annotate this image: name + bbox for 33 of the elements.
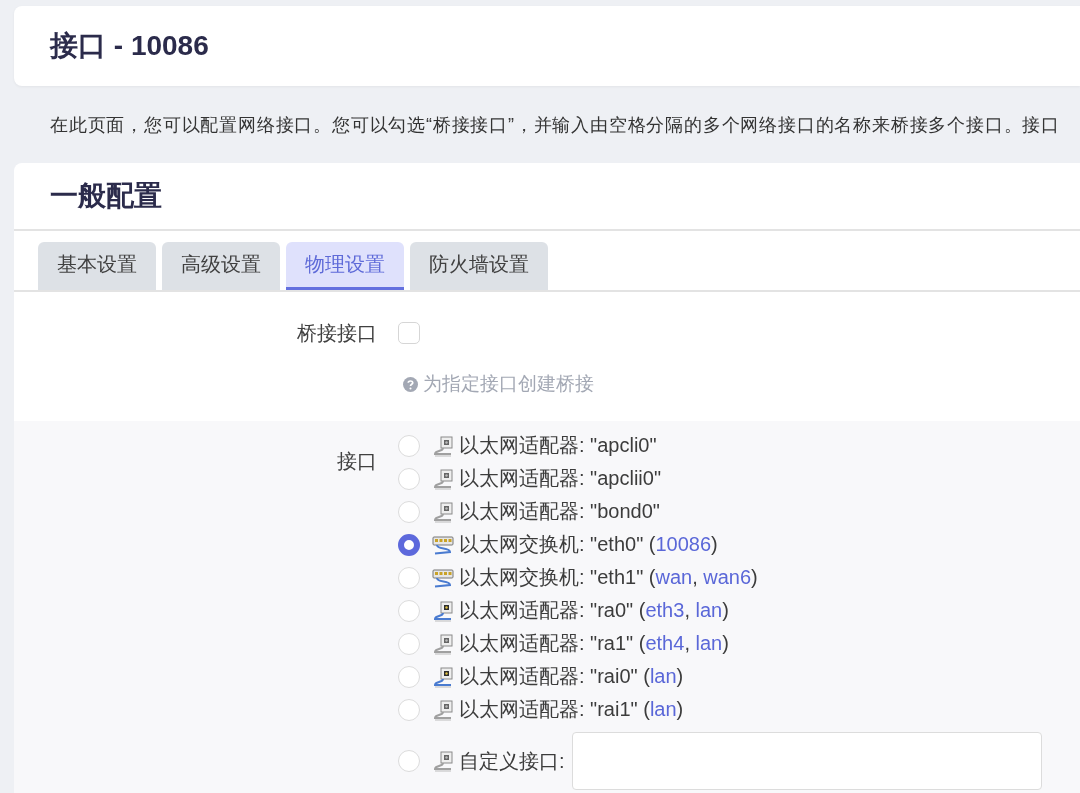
network-link[interactable]: lan xyxy=(695,599,723,621)
checkbox[interactable] xyxy=(398,322,420,344)
field-label: 接口 xyxy=(337,449,377,474)
network-link[interactable]: 10086 xyxy=(655,533,712,555)
network-link[interactable]: eth4 xyxy=(645,632,685,654)
help-text: 为指定接口创建桥接 xyxy=(423,372,594,396)
section-title: 一般配置 xyxy=(14,163,1080,231)
network-link[interactable]: lan xyxy=(695,632,723,654)
interface-option-label[interactable]: 以太网适配器: "apcli0" xyxy=(459,432,657,459)
interface-option-label[interactable]: 以太网适配器: "rai1" (lan) xyxy=(459,696,684,723)
tab[interactable]: 防火墙设置 xyxy=(410,242,548,290)
interface-option-label[interactable]: 自定义接口: xyxy=(459,747,565,775)
interface-option-label[interactable]: 以太网交换机: "eth0" (10086) xyxy=(459,531,718,558)
tab[interactable]: 高级设置 xyxy=(162,242,280,290)
interface-option-label[interactable]: 以太网适配器: "ra1" (eth4, lan) xyxy=(459,630,729,657)
network-link[interactable]: lan xyxy=(649,698,677,720)
network-link[interactable]: lan xyxy=(649,665,677,687)
help-icon xyxy=(403,376,418,392)
interface-option-label[interactable]: 以太网适配器: "rai0" (lan) xyxy=(459,663,684,690)
interface-option-label[interactable]: 以太网适配器: "ra0" (eth3, lan) xyxy=(459,597,729,624)
network-link[interactable]: eth3 xyxy=(645,599,685,621)
network-link[interactable]: wan xyxy=(655,566,693,588)
tab[interactable]: 物理设置 xyxy=(286,242,404,290)
interface-option-label[interactable]: 以太网适配器: "bond0" xyxy=(459,498,660,525)
field-label: 桥接接口 xyxy=(297,321,377,346)
interface-option-label[interactable]: 以太网交换机: "eth1" (wan, wan6) xyxy=(459,564,758,591)
page-description: 在此页面，您可以配置网络接口。您可以勾选“桥接接口”，并输入由空格分隔的多个网络接口的名称来桥接多个接口。接口 xyxy=(50,113,1060,137)
interface-option-label[interactable]: 以太网适配器: "apclii0" xyxy=(459,465,661,492)
radio-button[interactable] xyxy=(398,533,420,556)
network-link[interactable]: wan6 xyxy=(703,566,752,588)
custom-interface-field[interactable] xyxy=(571,732,1042,790)
tab[interactable]: 基本设置 xyxy=(38,242,156,290)
page-title: 接口 - 10086 xyxy=(50,29,209,63)
